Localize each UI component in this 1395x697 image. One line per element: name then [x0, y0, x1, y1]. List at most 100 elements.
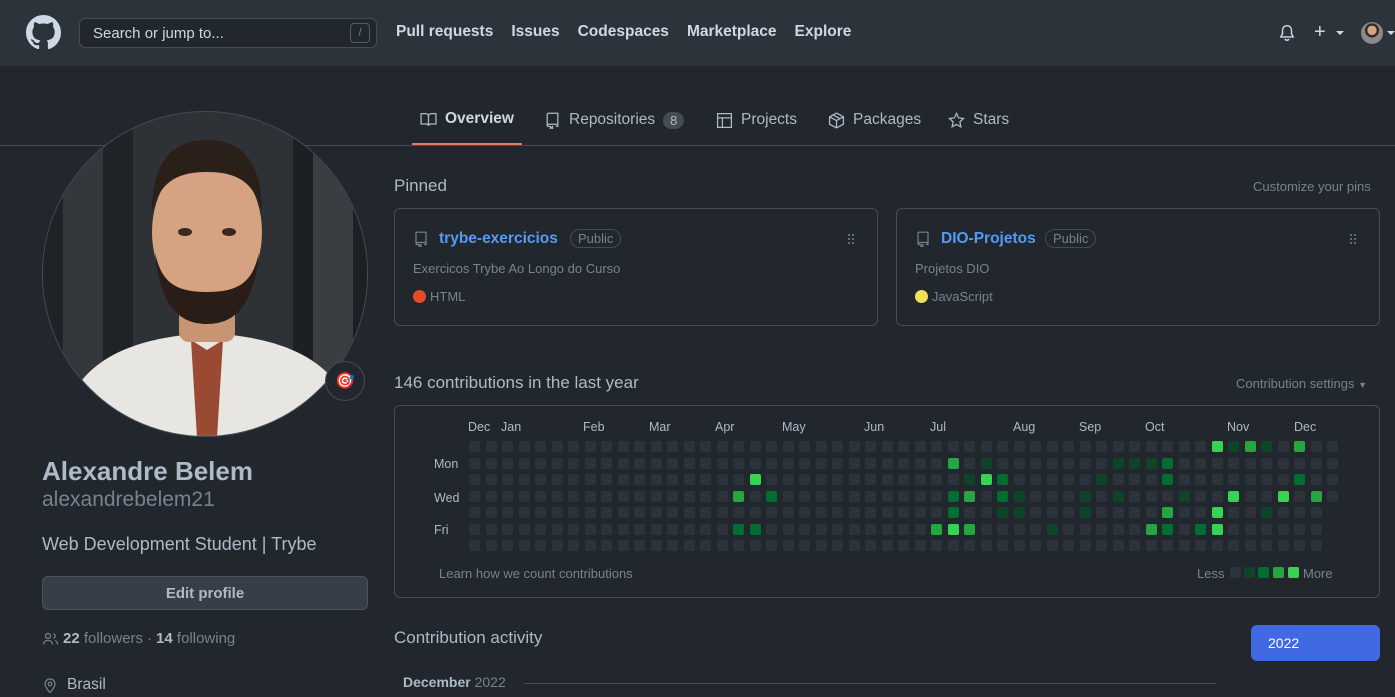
contribution-day-cell[interactable] — [1244, 441, 1256, 452]
contribution-day-cell[interactable] — [667, 457, 678, 469]
contribution-day-cell[interactable] — [947, 540, 959, 551]
contribution-day-cell[interactable] — [1178, 457, 1190, 469]
contribution-day-cell[interactable] — [683, 507, 695, 518]
contribution-day-cell[interactable] — [518, 490, 530, 502]
contribution-day-cell[interactable] — [832, 474, 843, 485]
edit-profile-button[interactable]: Edit profile — [42, 576, 368, 610]
contribution-day-cell[interactable] — [667, 540, 678, 551]
contribution-day-cell[interactable] — [914, 441, 926, 452]
contribution-day-cell[interactable] — [1162, 457, 1173, 469]
contribution-day-cell[interactable] — [865, 474, 876, 485]
contribution-day-cell[interactable] — [601, 457, 612, 469]
contribution-day-cell[interactable] — [485, 490, 497, 502]
contribution-day-cell[interactable] — [733, 457, 744, 469]
contribution-day-cell[interactable] — [848, 540, 860, 551]
contribution-day-cell[interactable] — [683, 474, 695, 485]
contribution-day-cell[interactable] — [1178, 474, 1190, 485]
contribution-day-cell[interactable] — [799, 474, 810, 485]
tab-stars[interactable]: Stars — [948, 95, 1009, 145]
contribution-day-cell[interactable] — [518, 457, 530, 469]
contribution-day-cell[interactable] — [601, 507, 612, 518]
contribution-day-cell[interactable] — [914, 474, 926, 485]
contribution-day-cell[interactable] — [667, 474, 678, 485]
contribution-day-cell[interactable] — [1129, 523, 1140, 535]
contribution-day-cell[interactable] — [980, 474, 992, 485]
contribution-day-cell[interactable] — [1162, 490, 1173, 502]
contribution-day-cell[interactable] — [1277, 457, 1289, 469]
contribution-day-cell[interactable] — [1063, 474, 1074, 485]
contribution-day-cell[interactable] — [832, 441, 843, 452]
contribution-day-cell[interactable] — [980, 540, 992, 551]
contribution-day-cell[interactable] — [1013, 474, 1025, 485]
contribution-day-cell[interactable] — [535, 540, 546, 551]
contribution-day-cell[interactable] — [1013, 441, 1025, 452]
contribution-day-cell[interactable] — [1096, 507, 1107, 518]
contribution-day-cell[interactable] — [1261, 474, 1272, 485]
github-logo-icon[interactable] — [26, 15, 61, 50]
contribution-day-cell[interactable] — [980, 523, 992, 535]
contribution-day-cell[interactable] — [535, 457, 546, 469]
contribution-day-cell[interactable] — [1046, 441, 1058, 452]
contribution-day-cell[interactable] — [980, 507, 992, 518]
contribution-day-cell[interactable] — [1063, 507, 1074, 518]
contribution-day-cell[interactable] — [881, 490, 893, 502]
contribution-day-cell[interactable] — [485, 457, 497, 469]
contribution-day-cell[interactable] — [683, 441, 695, 452]
contribution-day-cell[interactable] — [700, 457, 711, 469]
contribution-day-cell[interactable] — [1277, 507, 1289, 518]
contribution-day-cell[interactable] — [568, 474, 579, 485]
contribution-day-cell[interactable] — [1162, 523, 1173, 535]
contribution-day-cell[interactable] — [997, 474, 1008, 485]
contribution-day-cell[interactable] — [584, 540, 596, 551]
contribution-day-cell[interactable] — [1327, 441, 1338, 452]
contribution-day-cell[interactable] — [1145, 540, 1157, 551]
contribution-day-cell[interactable] — [1030, 540, 1041, 551]
contribution-day-cell[interactable] — [1112, 507, 1124, 518]
contribution-day-cell[interactable] — [766, 441, 777, 452]
contribution-day-cell[interactable] — [1195, 490, 1206, 502]
contribution-day-cell[interactable] — [634, 540, 645, 551]
contribution-day-cell[interactable] — [1178, 523, 1190, 535]
contribution-day-cell[interactable] — [749, 523, 761, 535]
tab-overview[interactable]: Overview — [412, 95, 522, 145]
contribution-day-cell[interactable] — [518, 523, 530, 535]
contribution-day-cell[interactable] — [1195, 457, 1206, 469]
contribution-day-cell[interactable] — [1162, 540, 1173, 551]
contribution-day-cell[interactable] — [1013, 457, 1025, 469]
contribution-day-cell[interactable] — [700, 523, 711, 535]
contribution-day-cell[interactable] — [1294, 507, 1305, 518]
contribution-day-cell[interactable] — [832, 523, 843, 535]
contribution-day-cell[interactable] — [1211, 540, 1223, 551]
contribution-day-cell[interactable] — [1261, 441, 1272, 452]
contribution-day-cell[interactable] — [766, 523, 777, 535]
contribution-day-cell[interactable] — [865, 507, 876, 518]
contribution-day-cell[interactable] — [733, 523, 744, 535]
contribution-day-cell[interactable] — [766, 457, 777, 469]
contribution-day-cell[interactable] — [931, 523, 942, 535]
contribution-day-cell[interactable] — [700, 474, 711, 485]
contribution-day-cell[interactable] — [469, 540, 480, 551]
contribution-day-cell[interactable] — [584, 474, 596, 485]
contribution-day-cell[interactable] — [1244, 490, 1256, 502]
nav-explore[interactable]: Explore — [795, 23, 852, 41]
contribution-day-cell[interactable] — [667, 441, 678, 452]
contribution-day-cell[interactable] — [1112, 540, 1124, 551]
contribution-day-cell[interactable] — [584, 457, 596, 469]
chevron-down-icon[interactable] — [1387, 31, 1395, 35]
contribution-day-cell[interactable] — [518, 507, 530, 518]
contribution-day-cell[interactable] — [898, 540, 909, 551]
repo-name-link[interactable]: trybe-exercicios — [439, 230, 558, 248]
contribution-day-cell[interactable] — [964, 457, 975, 469]
contribution-day-cell[interactable] — [782, 474, 794, 485]
contribution-day-cell[interactable] — [997, 507, 1008, 518]
contribution-day-cell[interactable] — [766, 507, 777, 518]
contribution-day-cell[interactable] — [1063, 523, 1074, 535]
followers-link[interactable]: 22 followers — [63, 630, 143, 647]
contribution-day-cell[interactable] — [749, 507, 761, 518]
contribution-day-cell[interactable] — [1145, 441, 1157, 452]
contribution-day-cell[interactable] — [881, 441, 893, 452]
contribution-day-cell[interactable] — [1261, 540, 1272, 551]
contribution-day-cell[interactable] — [947, 523, 959, 535]
contribution-day-cell[interactable] — [1178, 507, 1190, 518]
contribution-day-cell[interactable] — [601, 490, 612, 502]
